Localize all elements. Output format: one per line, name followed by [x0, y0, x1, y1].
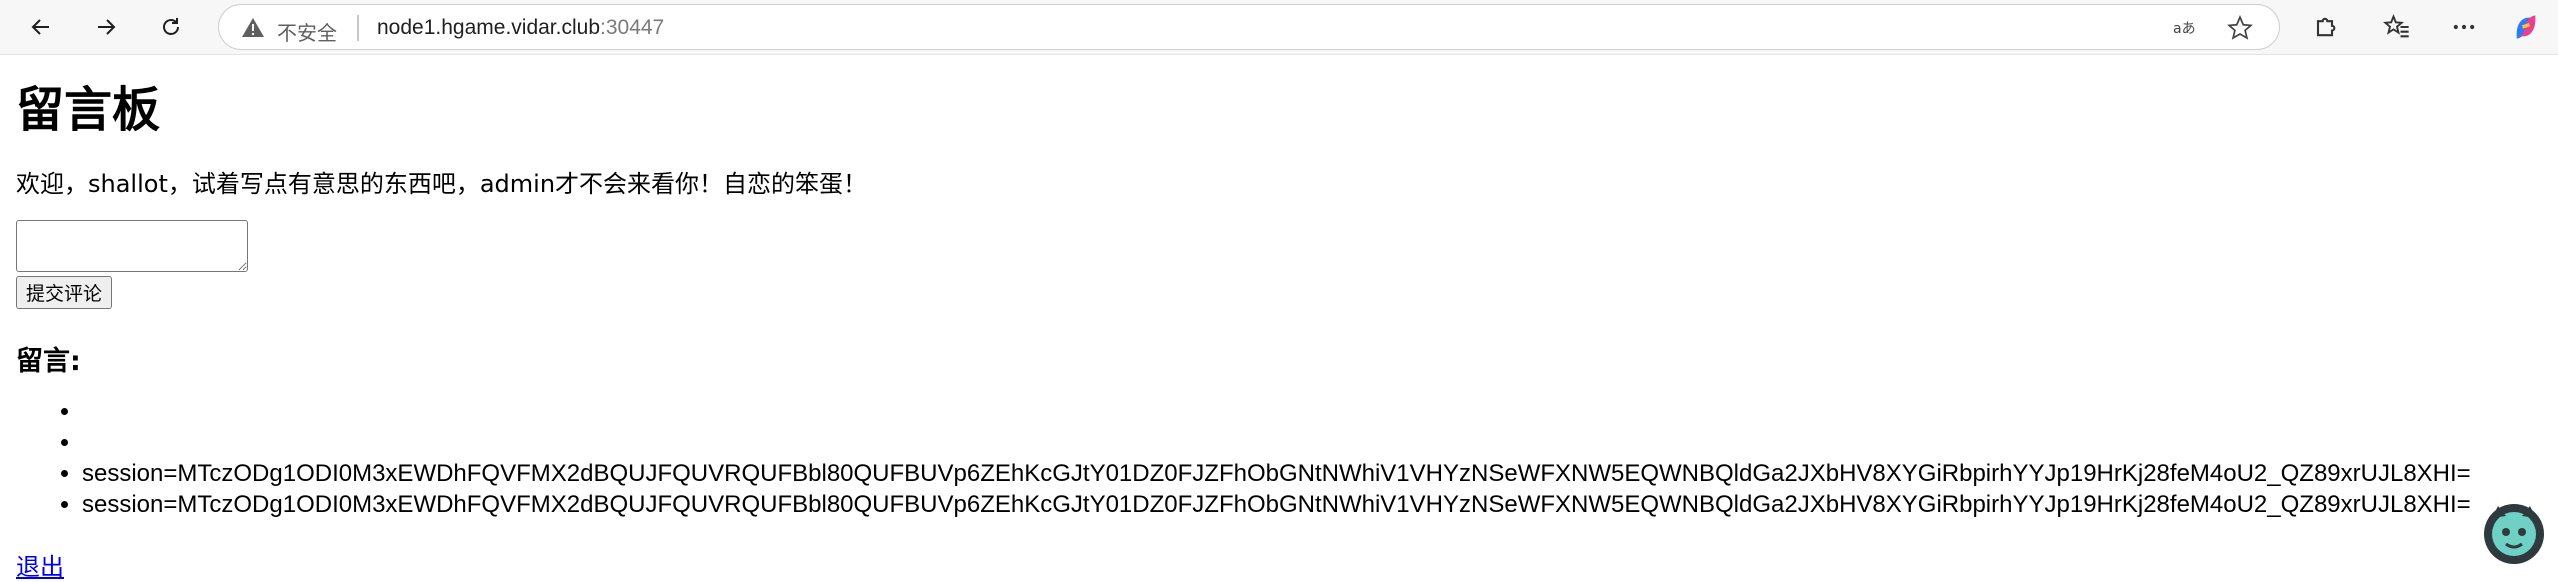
page-content: 留言板 欢迎，shallot，试着写点有意思的东西吧，admin才不会来看你！自…: [5, 56, 2558, 581]
submit-comment-button[interactable]: 提交评论: [16, 276, 113, 309]
arrow-right-icon: [98, 19, 116, 35]
comment-item: session=MTczODg1ODI0M3xEWDhFQVFMX2dBQUJF…: [82, 489, 2558, 520]
forward-button[interactable]: [87, 8, 125, 46]
warning-icon[interactable]: [241, 16, 265, 40]
browser-toolbar: 不安全 node1.hgame.vidar.club:30447 aあ: [0, 0, 2558, 55]
address-bar[interactable]: 不安全 node1.hgame.vidar.club:30447 aあ: [218, 4, 2280, 50]
security-label[interactable]: 不安全: [277, 17, 337, 46]
back-button[interactable]: [22, 8, 60, 46]
comment-item: [82, 396, 2558, 427]
refresh-icon: [163, 18, 179, 35]
url-text[interactable]: node1.hgame.vidar.club:30447: [377, 16, 664, 40]
puzzle-icon[interactable]: [2311, 13, 2339, 41]
comment-item: session=MTczODg1ODI0M3xEWDhFQVFMX2dBQUJF…: [82, 458, 2558, 489]
comments-list: session=MTczODg1ODI0M3xEWDhFQVFMX2dBQUJF…: [16, 396, 2558, 520]
arrow-left-icon: [31, 19, 49, 35]
read-aloud-icon[interactable]: aあ: [2171, 15, 2197, 41]
favorites-list-icon[interactable]: [2383, 13, 2411, 41]
logout-link[interactable]: 退出: [16, 547, 64, 582]
comment-item: [82, 427, 2558, 458]
welcome-message: 欢迎，shallot，试着写点有意思的东西吧，admin才不会来看你！自恋的笨蛋…: [16, 170, 868, 198]
url-port: :30447: [600, 16, 665, 39]
divider: [357, 15, 359, 41]
url-host: node1.hgame.vidar.club: [377, 16, 600, 39]
ellipsis-icon[interactable]: [2450, 13, 2478, 41]
comment-input[interactable]: [16, 220, 248, 272]
assistant-mascot-icon[interactable]: [2478, 496, 2550, 568]
star-icon[interactable]: [2227, 15, 2253, 41]
svg-text:aあ: aあ: [2173, 21, 2196, 37]
refresh-button[interactable]: [152, 8, 190, 46]
copilot-icon[interactable]: [2512, 13, 2540, 41]
page-title: 留言板: [16, 82, 161, 138]
comments-heading: 留言:: [16, 346, 81, 377]
